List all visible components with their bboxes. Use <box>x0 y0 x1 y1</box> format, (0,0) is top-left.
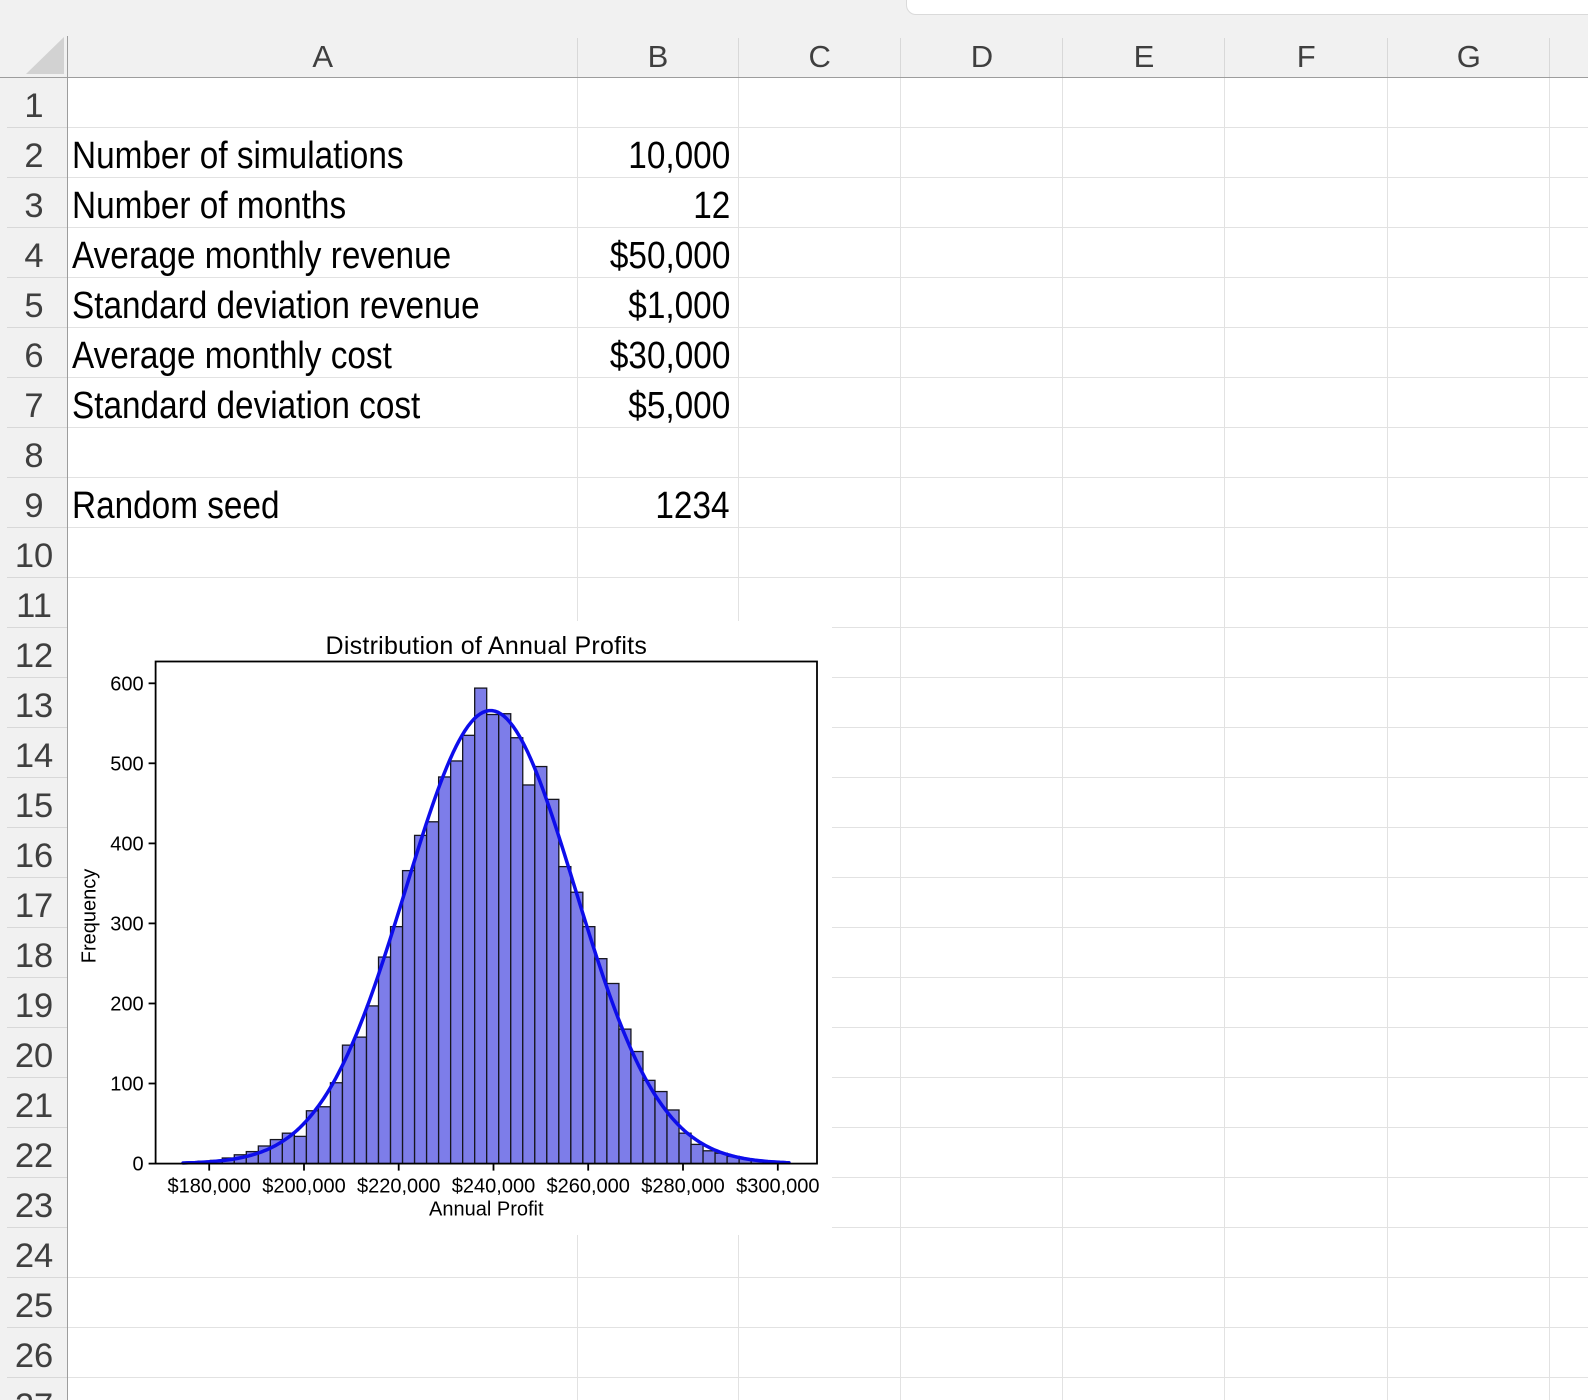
svg-text:$300,000: $300,000 <box>736 1176 819 1198</box>
svg-text:300: 300 <box>110 913 143 935</box>
svg-text:$220,000: $220,000 <box>357 1176 440 1198</box>
svg-text:$240,000: $240,000 <box>452 1176 535 1198</box>
svg-text:600: 600 <box>110 673 143 695</box>
svg-text:200: 200 <box>110 994 143 1016</box>
svg-text:$180,000: $180,000 <box>167 1176 250 1198</box>
svg-text:100: 100 <box>110 1074 143 1096</box>
svg-text:$280,000: $280,000 <box>641 1176 724 1198</box>
svg-text:$260,000: $260,000 <box>546 1176 629 1198</box>
svg-text:Frequency: Frequency <box>78 869 100 964</box>
svg-text:400: 400 <box>110 833 143 855</box>
svg-text:Distribution of Annual Profits: Distribution of Annual Profits <box>326 632 648 660</box>
svg-text:$200,000: $200,000 <box>262 1176 345 1198</box>
svg-text:0: 0 <box>132 1154 143 1176</box>
svg-text:Annual Profit: Annual Profit <box>429 1199 544 1221</box>
svg-text:500: 500 <box>110 753 143 775</box>
